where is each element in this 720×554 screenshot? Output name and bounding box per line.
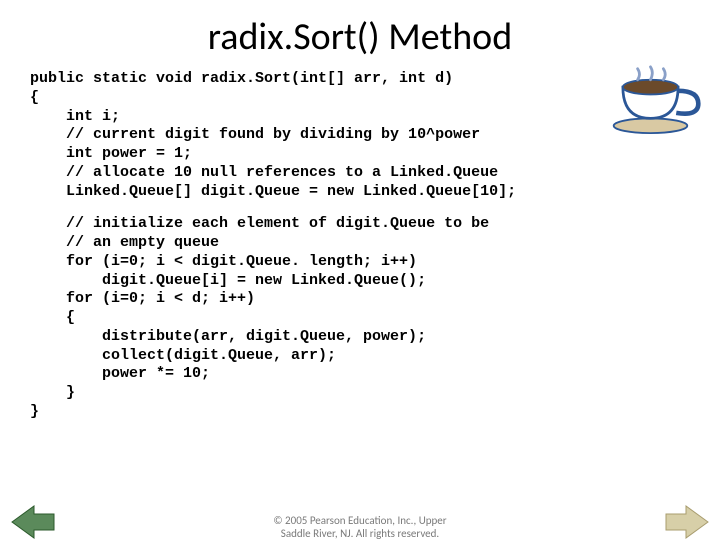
footer-line-2: Saddle River, NJ. All rights reserved.	[0, 527, 720, 540]
slide-title: radix.Sort() Method	[0, 14, 720, 60]
teacup-icon	[610, 62, 702, 138]
footer-line-1: © 2005 Pearson Education, Inc., Upper	[0, 514, 720, 527]
code-block-2: // initialize each element of digit.Queu…	[0, 215, 720, 421]
footer-copyright: © 2005 Pearson Education, Inc., Upper Sa…	[0, 514, 720, 540]
